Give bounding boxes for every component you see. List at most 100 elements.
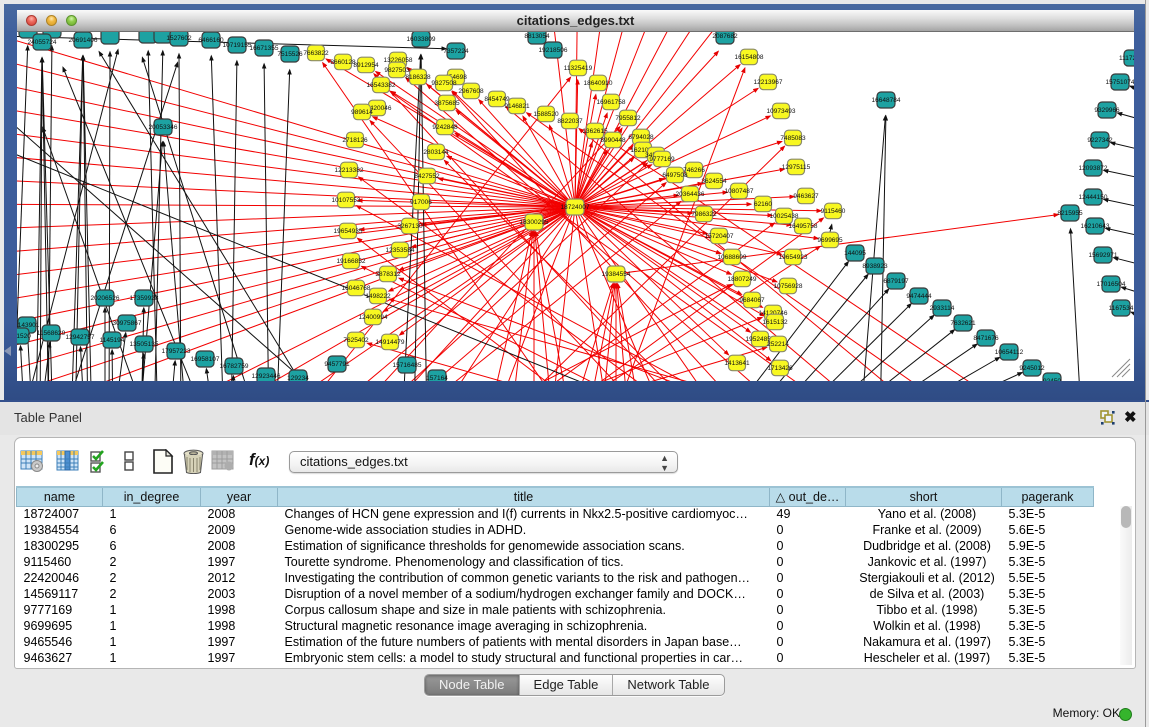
svg-text:15716485: 15716485 [393, 362, 422, 369]
svg-text:1413641: 1413641 [724, 360, 750, 367]
svg-text:20364436: 20364436 [676, 191, 705, 198]
svg-text:1615132: 1615132 [762, 319, 788, 326]
svg-text:1167534: 1167534 [1109, 305, 1134, 312]
svg-text:1527602: 1527602 [166, 35, 192, 42]
svg-text:2933114: 2933114 [930, 305, 955, 312]
svg-text:10719155: 10719155 [223, 42, 252, 49]
svg-text:7625402: 7625402 [343, 337, 369, 344]
svg-text:62160: 62160 [754, 201, 772, 208]
svg-text:20691406: 20691406 [69, 37, 98, 44]
svg-text:16210643: 16210643 [1081, 223, 1110, 230]
svg-text:16671355: 16671355 [250, 45, 279, 52]
svg-text:3267130: 3267130 [397, 223, 423, 230]
svg-text:16495758: 16495758 [789, 223, 818, 230]
svg-text:20053346: 20053346 [149, 124, 178, 131]
svg-text:10807487: 10807487 [725, 188, 754, 195]
svg-text:16033809: 16033809 [407, 36, 436, 43]
svg-text:16046768: 16046768 [342, 285, 371, 292]
svg-text:391520: 391520 [17, 333, 31, 340]
svg-text:11172034: 11172034 [1119, 55, 1134, 62]
svg-text:17957223: 17957223 [162, 348, 191, 355]
svg-text:92450: 92450 [1043, 378, 1061, 381]
svg-text:8186328: 8186328 [405, 74, 431, 81]
svg-text:9327508: 9327508 [431, 80, 457, 87]
svg-text:19166852: 19166852 [337, 258, 366, 265]
svg-text:15692971: 15692971 [1089, 252, 1118, 259]
svg-text:10107553: 10107553 [332, 197, 361, 204]
svg-text:12942757: 12942757 [66, 334, 95, 341]
svg-text:3624554: 3624554 [701, 178, 727, 185]
svg-text:9242848: 9242848 [432, 124, 458, 131]
svg-text:19384554: 19384554 [602, 271, 631, 278]
svg-text:3878312: 3878312 [375, 271, 401, 278]
svg-text:7986322: 7986322 [691, 211, 717, 218]
svg-text:917006: 917006 [410, 199, 432, 206]
svg-text:8454749: 8454749 [484, 96, 510, 103]
svg-text:144095: 144095 [844, 250, 866, 257]
svg-text:8660128: 8660128 [330, 59, 356, 66]
svg-text:20206526: 20206526 [91, 295, 120, 302]
svg-text:11568629: 11568629 [37, 330, 66, 337]
svg-text:12353584: 12353584 [386, 247, 415, 254]
svg-text:12400994: 12400994 [359, 314, 388, 321]
svg-text:10973493: 10973493 [767, 108, 796, 115]
svg-text:9699695: 9699695 [817, 237, 843, 244]
svg-text:7485083: 7485083 [780, 135, 806, 142]
svg-text:8990448: 8990448 [600, 137, 626, 144]
svg-text:6466160: 6466160 [198, 37, 224, 44]
svg-text:8822037: 8822037 [557, 118, 583, 125]
svg-text:19218506: 19218506 [539, 47, 568, 54]
svg-text:6497508: 6497508 [662, 172, 688, 179]
svg-text:989614: 989614 [351, 109, 373, 116]
svg-text:8912954: 8912954 [353, 62, 379, 69]
svg-text:15751074: 15751074 [1106, 79, 1134, 86]
svg-text:8471676: 8471676 [973, 335, 999, 342]
svg-text:252214: 252214 [767, 341, 789, 348]
svg-text:9463627: 9463627 [793, 193, 819, 200]
svg-text:15720407: 15720407 [705, 233, 734, 240]
svg-text:18724007: 18724007 [561, 204, 590, 211]
svg-text:3875685: 3875685 [434, 100, 460, 107]
svg-text:12975115: 12975115 [782, 164, 811, 171]
svg-text:12923446: 12923446 [252, 373, 281, 380]
svg-text:8427552: 8427552 [414, 173, 440, 180]
svg-text:12213967: 12213967 [754, 79, 783, 86]
svg-text:12213382: 12213382 [335, 167, 364, 174]
svg-text:17359928: 17359928 [130, 295, 159, 302]
svg-text:9227342: 9227342 [1087, 137, 1113, 144]
svg-text:10654112: 10654112 [995, 349, 1024, 356]
svg-text:10688609: 10688609 [718, 254, 747, 261]
svg-text:17016504: 17016504 [1097, 281, 1126, 288]
svg-text:6879197: 6879197 [883, 278, 909, 285]
svg-text:13505135: 13505135 [130, 341, 159, 348]
svg-text:9827503: 9827503 [384, 67, 410, 74]
svg-text:9684067: 9684067 [739, 297, 765, 304]
svg-text:1588520: 1588520 [533, 111, 559, 118]
svg-text:19654935: 19654935 [334, 228, 363, 235]
svg-text:16154808: 16154808 [735, 54, 764, 61]
svg-text:8813054: 8813054 [524, 33, 550, 40]
svg-text:7632621: 7632621 [950, 320, 976, 327]
svg-text:9146821: 9146821 [504, 103, 530, 110]
svg-text:1145194: 1145194 [100, 337, 125, 344]
svg-text:2967608: 2967608 [458, 88, 484, 95]
svg-text:2718126: 2718126 [342, 137, 368, 144]
svg-text:2087682: 2087682 [712, 33, 738, 40]
svg-text:9115460: 9115460 [821, 208, 846, 215]
svg-text:7663822: 7663822 [303, 50, 329, 57]
svg-text:30975867: 30975867 [113, 320, 142, 327]
svg-text:1713426: 1713426 [767, 365, 793, 372]
svg-text:9457791: 9457791 [324, 361, 350, 368]
svg-text:129234: 129234 [287, 375, 309, 381]
svg-text:9777169: 9777169 [649, 156, 675, 163]
svg-text:1362615: 1362615 [582, 128, 608, 135]
svg-text:9245012: 9245012 [1019, 365, 1045, 372]
svg-text:9474444: 9474444 [906, 293, 932, 300]
svg-text:16648784: 16648784 [872, 97, 901, 104]
svg-text:12444150: 12444150 [1079, 194, 1108, 201]
svg-text:10025438: 10025438 [770, 213, 799, 220]
svg-text:7515526: 7515526 [277, 51, 303, 58]
svg-text:18640910: 18640910 [584, 80, 613, 87]
svg-text:8215955: 8215955 [1057, 210, 1083, 217]
svg-text:6794028: 6794028 [628, 134, 654, 141]
